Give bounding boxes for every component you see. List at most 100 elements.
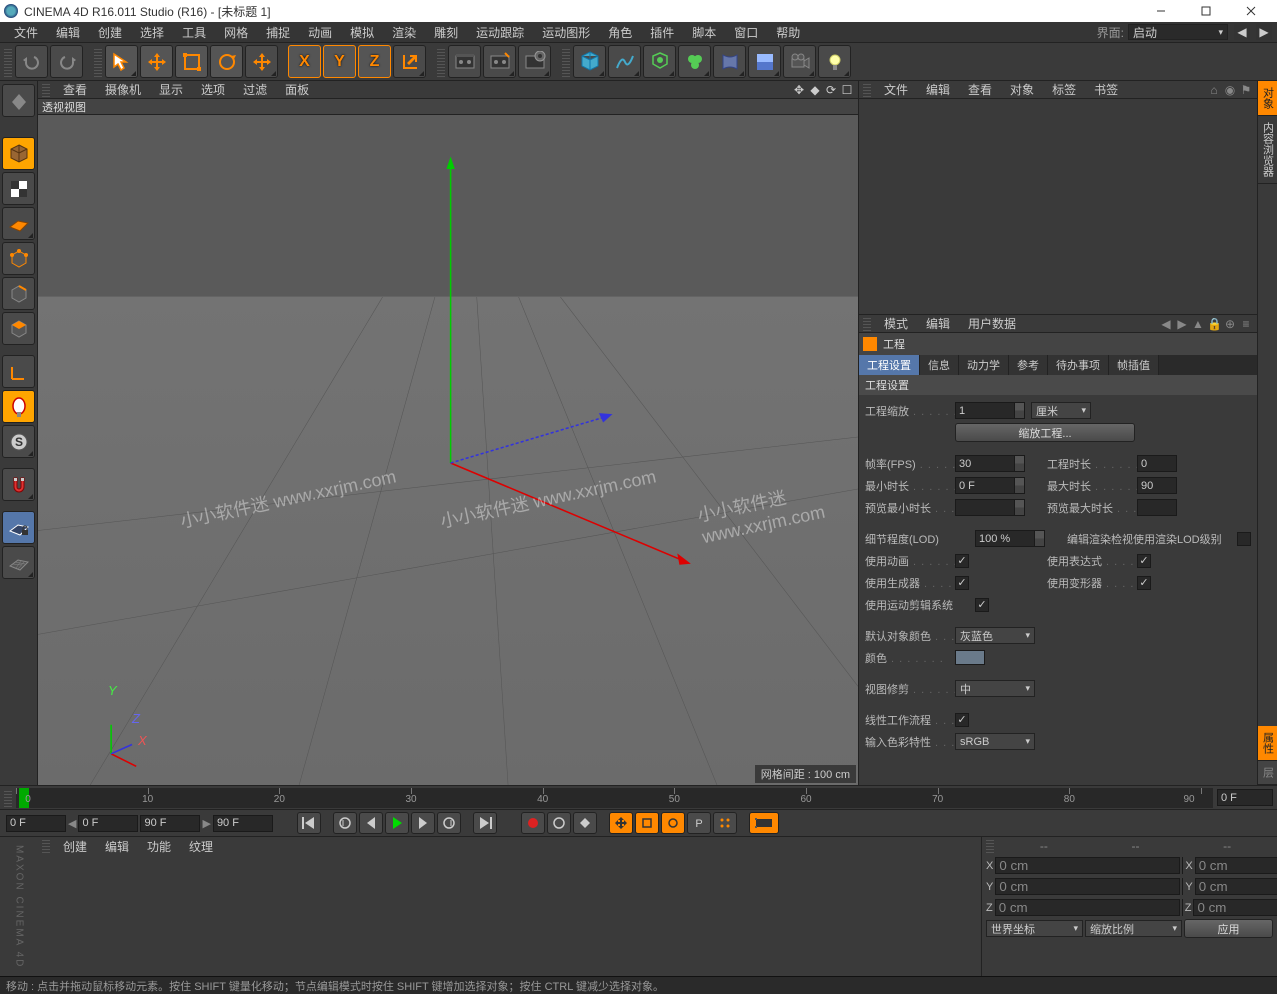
vp-menu-panel[interactable]: 面板 <box>276 81 318 98</box>
redo-button[interactable] <box>50 45 83 78</box>
menu-create[interactable]: 创建 <box>89 24 131 41</box>
input-preview-max[interactable] <box>1137 499 1177 516</box>
snap-mode-button[interactable]: S <box>2 425 35 458</box>
spinner[interactable] <box>1015 477 1025 494</box>
preview-start-input[interactable]: 0 F <box>78 815 138 832</box>
layout-dropdown[interactable]: 启动 <box>1128 24 1228 40</box>
add-primitive-button[interactable] <box>573 45 606 78</box>
tab-interpolation[interactable]: 帧插值 <box>1109 355 1159 375</box>
input-project-scale[interactable] <box>955 402 1015 419</box>
mat-menu-texture[interactable]: 纹理 <box>180 838 222 855</box>
menu-edit[interactable]: 编辑 <box>47 24 89 41</box>
menu-select[interactable]: 选择 <box>131 24 173 41</box>
pos-y-input[interactable] <box>995 878 1180 895</box>
tab-layer[interactable]: 层 <box>1258 761 1277 785</box>
keyframe-sel-button[interactable] <box>573 812 597 834</box>
workplane-mode-button[interactable] <box>2 207 35 240</box>
menu-file[interactable]: 文件 <box>5 24 47 41</box>
input-project-time[interactable] <box>1137 455 1177 472</box>
undo-button[interactable] <box>15 45 48 78</box>
anim-mode-button[interactable] <box>749 812 779 834</box>
live-select-tool[interactable] <box>105 45 138 78</box>
menu-tools[interactable]: 工具 <box>173 24 215 41</box>
color-swatch[interactable] <box>955 650 985 665</box>
panel-grab[interactable] <box>42 839 50 853</box>
add-environment-button[interactable] <box>748 45 781 78</box>
attr-menu-edit[interactable]: 编辑 <box>917 315 959 332</box>
render-settings-button[interactable] <box>518 45 551 78</box>
checkbox-use-deform[interactable] <box>1137 576 1151 590</box>
key-param-button[interactable]: P <box>687 812 711 834</box>
maximize-button[interactable] <box>1183 0 1228 22</box>
range-start-input[interactable]: 0 F <box>6 815 66 832</box>
vp-nav-toggle-icon[interactable]: ☐ <box>840 83 854 97</box>
search-icon[interactable]: ⌂ <box>1207 83 1221 97</box>
obj-menu-tags[interactable]: 标签 <box>1043 81 1085 98</box>
spinner[interactable] <box>1015 455 1025 472</box>
menu-plugins[interactable]: 插件 <box>641 24 683 41</box>
toolbar-grab[interactable] <box>94 47 102 77</box>
obj-menu-file[interactable]: 文件 <box>875 81 917 98</box>
dropdown-scale-mode[interactable]: 缩放比例 <box>1085 920 1182 937</box>
z-axis-lock[interactable]: Z <box>358 45 391 78</box>
goto-start-button[interactable] <box>297 812 321 834</box>
tweak-mode-button[interactable] <box>2 390 35 423</box>
attr-menu-mode[interactable]: 模式 <box>875 315 917 332</box>
panel-grab[interactable] <box>986 839 994 853</box>
workplane-lock-button[interactable] <box>2 511 35 544</box>
scale-tool[interactable] <box>175 45 208 78</box>
point-mode-button[interactable] <box>2 242 35 275</box>
dropdown-scale-unit[interactable]: 厘米 <box>1031 402 1091 419</box>
x-axis-lock[interactable]: X <box>288 45 321 78</box>
menu-window[interactable]: 窗口 <box>725 24 767 41</box>
key-rot-button[interactable] <box>661 812 685 834</box>
nav-back-icon[interactable]: ◀ <box>1159 317 1173 331</box>
add-spline-button[interactable] <box>608 45 641 78</box>
autokey-button[interactable] <box>547 812 571 834</box>
input-max-time[interactable] <box>1137 477 1177 494</box>
model-mode-button[interactable] <box>2 137 35 170</box>
dropdown-coord-mode[interactable]: 世界坐标 <box>986 920 1083 937</box>
menu-icon[interactable]: ≡ <box>1239 317 1253 331</box>
add-deformer-button[interactable] <box>713 45 746 78</box>
tab-referencing[interactable]: 参考 <box>1009 355 1048 375</box>
key-pos-button[interactable] <box>609 812 633 834</box>
panel-grab[interactable] <box>863 317 871 331</box>
dropdown-default-color[interactable]: 灰蓝色 <box>955 627 1035 644</box>
preview-end-input[interactable]: 90 F <box>140 815 200 832</box>
lock-icon[interactable]: 🔒 <box>1207 317 1221 331</box>
mat-menu-function[interactable]: 功能 <box>138 838 180 855</box>
eye-icon[interactable]: ◉ <box>1223 83 1237 97</box>
vp-menu-filter[interactable]: 过滤 <box>234 81 276 98</box>
tab-todo[interactable]: 待办事项 <box>1048 355 1109 375</box>
menu-simulate[interactable]: 模拟 <box>341 24 383 41</box>
new-icon[interactable]: ⊕ <box>1223 317 1237 331</box>
spinner[interactable] <box>1182 857 1183 874</box>
vp-nav-rotate-icon[interactable]: ⟳ <box>824 83 838 97</box>
obj-menu-bookmarks[interactable]: 书签 <box>1085 81 1127 98</box>
vp-menu-display[interactable]: 显示 <box>150 81 192 98</box>
checkbox-render-lod[interactable] <box>1237 532 1251 546</box>
timeline-track[interactable]: 0 10 20 30 40 50 60 70 80 90 <box>16 788 1213 808</box>
play-button[interactable] <box>385 812 409 834</box>
nav-up-icon[interactable]: ▲ <box>1191 317 1205 331</box>
flag-icon[interactable]: ⚑ <box>1239 83 1253 97</box>
obj-menu-view[interactable]: 查看 <box>959 81 1001 98</box>
history-fwd-icon[interactable]: ▶ <box>1256 24 1272 40</box>
obj-menu-objects[interactable]: 对象 <box>1001 81 1043 98</box>
key-pla-button[interactable] <box>713 812 737 834</box>
add-primitive-alt-button[interactable] <box>678 45 711 78</box>
add-camera-button[interactable] <box>783 45 816 78</box>
rotate-tool[interactable] <box>210 45 243 78</box>
mat-menu-create[interactable]: 创建 <box>54 838 96 855</box>
spinner[interactable] <box>1182 899 1183 916</box>
toolbar-grab[interactable] <box>562 47 570 77</box>
object-manager[interactable] <box>859 99 1257 315</box>
next-key-button[interactable] <box>437 812 461 834</box>
tab-content-browser[interactable]: 内容浏览器 <box>1258 116 1277 184</box>
input-fps[interactable] <box>955 455 1015 472</box>
vp-menu-cameras[interactable]: 摄像机 <box>96 81 150 98</box>
attr-menu-userdata[interactable]: 用户数据 <box>959 315 1025 332</box>
close-button[interactable] <box>1228 0 1273 22</box>
current-frame-display[interactable]: 0 F <box>1217 789 1273 806</box>
